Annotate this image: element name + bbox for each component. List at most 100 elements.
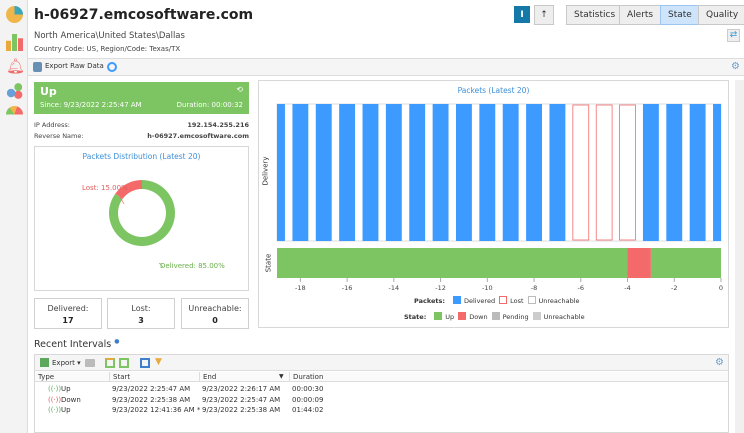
export-button[interactable]: Export ▾ (52, 359, 81, 367)
gauge-icon[interactable] (6, 106, 23, 123)
tab-statistics[interactable]: Statistics (566, 5, 624, 25)
export-label: Export (52, 359, 75, 367)
packet-bar-delivered (432, 104, 449, 241)
row-type: Up (61, 385, 71, 393)
grid-settings-icon[interactable]: ⚙ (715, 357, 724, 368)
row-start: 9/23/2022 2:25:38 AM (112, 395, 191, 404)
vertical-scrollbar[interactable] (735, 80, 744, 433)
packet-bar-delivered (689, 104, 706, 241)
packet-bar-delivered (479, 104, 496, 241)
delivered-count-value: 17 (62, 316, 74, 325)
packet-bar-delivered (666, 104, 683, 241)
packets-legend-swatch (452, 296, 461, 304)
state-signal-icon: ((·)) (48, 395, 62, 404)
packets-legend-item: Lost (510, 297, 524, 305)
packets-chart: -18 -16 -14 -12 -10 -8 -6 -4 -2 0 (276, 103, 723, 292)
lost-count-value: 3 (138, 316, 144, 325)
info-icon[interactable]: ● (114, 338, 119, 345)
sidebar: 🔔︎ (0, 0, 28, 433)
tab-state[interactable]: State (660, 5, 700, 25)
packet-bar-delivered (526, 104, 542, 241)
state-legend-item: Unreachable (543, 313, 585, 321)
x-tick-label: -12 (435, 284, 446, 292)
donut-chart (109, 180, 175, 268)
toolbar: Export Raw Data ⚙ (28, 58, 744, 76)
unreachable-count: Unreachable: 0 (181, 298, 249, 329)
packets-legend-swatch (527, 296, 536, 304)
state-band-down (627, 248, 651, 278)
state-band-up (650, 248, 721, 278)
packet-bar-delivered (549, 104, 566, 241)
page-title: h-06927.emcosoftware.com (34, 7, 254, 23)
packet-bar-delivered (456, 104, 472, 241)
reverse-name-label: Reverse Name: (34, 132, 84, 140)
row-type: Up (61, 406, 71, 414)
delivered-count: Delivered: 17 (34, 298, 102, 329)
row-start: 9/23/2022 12:41:36 AM * (112, 406, 201, 414)
delivery-axis-label: Delivery (261, 156, 270, 186)
row-end: 9/23/2022 2:26:17 AM (202, 385, 281, 393)
state-legend-item: Pending (502, 313, 529, 321)
info-button[interactable]: I (514, 6, 530, 23)
x-tick-label: -2 (671, 284, 677, 292)
x-tick-label: -14 (389, 284, 400, 292)
pie-chart-icon[interactable] (6, 6, 23, 23)
group-rows-icon[interactable] (105, 358, 115, 368)
packet-bar-delivered (339, 104, 356, 241)
settings-gear-icon[interactable]: ⚙ (731, 61, 740, 72)
column-type[interactable]: Type (38, 372, 54, 382)
intervals-grid: Export ▾ ▼ ⚙ Type Start End ▼ Duration (… (34, 354, 729, 433)
country-info: Country Code: US, Region/Code: Texas/TX (34, 45, 181, 53)
row-end: 9/23/2022 2:25:47 AM (202, 395, 281, 404)
column-end[interactable]: End (199, 372, 216, 382)
reverse-name-value: h-06927.emcosoftware.com (147, 132, 249, 140)
table-row[interactable]: ((·)) Up 9/23/2022 12:41:36 AM * 9/23/20… (35, 405, 728, 415)
sort-desc-icon: ▼ (279, 373, 284, 380)
table-row[interactable]: ((·)) Down 9/23/2022 2:25:38 AM 9/23/202… (35, 395, 728, 405)
state-legend-swatch (491, 312, 500, 320)
ip-value: 192.154.255.216 (187, 121, 249, 129)
recent-intervals-title: Recent Intervals ● (34, 338, 119, 350)
unreachable-count-label: Unreachable: (188, 304, 242, 313)
comment-icon[interactable] (85, 359, 95, 367)
x-tick-label: -4 (624, 284, 630, 292)
state-legend-item: Up (445, 313, 455, 321)
packet-bar-delivered (713, 104, 721, 241)
column-duration[interactable]: Duration (289, 372, 323, 382)
pie-label-delivered: Delivered: 85.00% (160, 262, 225, 270)
lost-count-label: Lost: (131, 304, 151, 313)
state-band-up (277, 248, 628, 278)
tab-alerts[interactable]: Alerts (619, 5, 662, 25)
state-legend: State: Up Down Pending Unreachable (404, 312, 585, 321)
swap-icon[interactable]: ⇄ (727, 29, 740, 42)
refresh-icon[interactable] (107, 62, 117, 72)
status-state: Up (40, 85, 57, 98)
bar-chart-icon[interactable] (6, 34, 23, 51)
packet-bar-lost (619, 104, 636, 241)
alarm-bell-icon[interactable]: 🔔︎ (6, 58, 25, 75)
tab-quality[interactable]: Quality (698, 5, 744, 25)
state-signal-icon: ((·)) (48, 406, 62, 414)
packet-bar-delivered (502, 104, 519, 241)
table-row[interactable]: ((·)) Up 9/23/2022 2:25:47 AM 9/23/2022 … (35, 384, 728, 394)
export-raw-data-button[interactable]: Export Raw Data (45, 62, 104, 70)
packets-distribution-panel: Packets Distribution (Latest 20) Lost: 1… (34, 146, 249, 291)
delivered-count-label: Delivered: (47, 304, 89, 313)
status-icon[interactable] (6, 82, 23, 99)
x-tick-label: -10 (482, 284, 493, 292)
column-start[interactable]: Start (109, 372, 130, 382)
status-detail-icon[interactable]: ⟲ (236, 85, 243, 94)
state-legend-swatch (458, 312, 467, 320)
row-duration: 01:44:02 (292, 406, 324, 414)
up-button[interactable]: ↑ (534, 5, 554, 25)
unreachable-count-value: 0 (212, 316, 218, 325)
packet-bar-delivered (292, 104, 309, 241)
packet-bar-delivered (642, 104, 659, 241)
database-export-icon (33, 62, 42, 72)
expand-rows-icon[interactable] (119, 358, 129, 368)
packets-legend-swatch (499, 296, 508, 304)
export-icon (40, 358, 49, 367)
filter-icon[interactable]: ▼ (155, 357, 162, 367)
lost-count: Lost: 3 (107, 298, 175, 329)
columns-icon[interactable] (140, 358, 150, 368)
